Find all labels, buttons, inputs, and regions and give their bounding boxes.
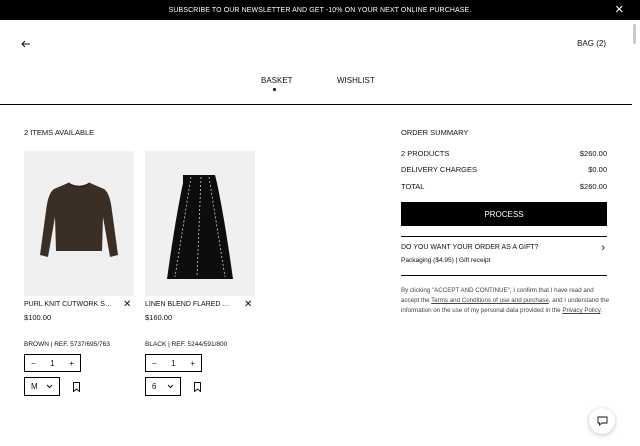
delivery-value: $0.00	[588, 165, 607, 174]
promo-banner: SUBSCRIBE TO OUR NEWSLETTER AND GET -10%…	[0, 0, 640, 20]
size-select[interactable]: M	[24, 377, 60, 396]
process-button[interactable]: PROCESS	[401, 202, 607, 226]
total-value: $260.00	[579, 182, 607, 191]
bookmark-icon[interactable]	[73, 382, 80, 392]
product-name[interactable]: PURL KNIT CUTWORK SW...	[24, 301, 114, 308]
sweater-image	[40, 182, 118, 257]
chevron-down-icon	[46, 384, 53, 389]
privacy-policy-link[interactable]: Privacy Policy	[562, 307, 600, 314]
product-name[interactable]: LINEN BLEND FLARED MID...	[145, 301, 235, 308]
promo-text: SUBSCRIBE TO OUR NEWSLETTER AND GET -10%…	[168, 6, 472, 14]
quantity-stepper: − 1 +	[145, 354, 202, 372]
quantity-stepper: − 1 +	[24, 354, 81, 372]
products-label: 2 PRODUCTS	[401, 149, 450, 158]
basket-item: LINEN BLEND FLARED MID... ✕ $160.00 BLAC…	[145, 151, 255, 396]
remove-item-icon[interactable]: ✕	[244, 300, 252, 310]
terms-link[interactable]: Terms and Conditions of use and purchase	[431, 297, 549, 304]
plus-icon[interactable]: +	[69, 359, 74, 368]
tab-wishlist[interactable]: WISHLIST	[337, 76, 375, 85]
divider	[401, 236, 607, 237]
product-price: $160.00	[145, 313, 173, 322]
product-price: $100.00	[24, 313, 52, 322]
plus-icon[interactable]: +	[190, 359, 195, 368]
legal-text-3: .	[600, 307, 603, 314]
product-ref: BROWN | REF. 5737/695/763	[24, 341, 110, 348]
quantity-value: 1	[50, 358, 55, 368]
divider	[0, 104, 632, 105]
skirt-image	[167, 175, 233, 279]
active-tab-indicator	[273, 88, 276, 91]
minus-icon[interactable]: −	[31, 359, 36, 368]
gift-option-link[interactable]: DO YOU WANT YOUR ORDER AS A GIFT?	[401, 244, 538, 251]
total-row: TOTAL $260.00	[401, 182, 607, 191]
chevron-down-icon	[167, 384, 174, 389]
products-row: 2 PRODUCTS $260.00	[401, 149, 607, 158]
legal-text: By clicking "ACCEPT AND CONTINUE", I con…	[401, 286, 609, 316]
basket-tabs: BASKET WISHLIST	[0, 76, 640, 96]
quantity-value: 1	[171, 358, 176, 368]
chat-bubble-icon[interactable]	[589, 408, 615, 434]
size-value: M	[31, 382, 38, 391]
basket-item: PURL KNIT CUTWORK SW... ✕ $100.00 BROWN …	[24, 151, 134, 396]
product-image-skirt[interactable]	[145, 151, 255, 296]
arrow-left-icon[interactable]	[20, 38, 32, 50]
remove-item-icon[interactable]: ✕	[123, 300, 131, 310]
chevron-right-icon[interactable]: ›	[601, 243, 605, 254]
items-available-label: 2 ITEMS AVAILABLE	[24, 128, 95, 137]
product-ref: BLACK | REF. 5244/591/800	[145, 341, 228, 348]
product-image-sweater[interactable]	[24, 151, 134, 296]
scrollbar-thumb[interactable]	[633, 24, 636, 44]
minus-icon[interactable]: −	[152, 359, 157, 368]
size-value: 6	[152, 382, 157, 391]
close-icon[interactable]: ✕	[615, 4, 624, 16]
tab-basket[interactable]: BASKET	[261, 76, 293, 85]
chat-glyph	[597, 416, 607, 426]
order-summary: ORDER SUMMARY 2 PRODUCTS $260.00 DELIVER…	[401, 128, 609, 314]
size-select[interactable]: 6	[145, 377, 181, 396]
products-value: $260.00	[579, 149, 607, 158]
bookmark-icon[interactable]	[194, 382, 201, 392]
total-label: TOTAL	[401, 182, 425, 191]
delivery-row: DELIVERY CHARGES $0.00	[401, 165, 607, 174]
order-summary-title: ORDER SUMMARY	[401, 128, 469, 137]
divider	[401, 275, 607, 276]
bag-link[interactable]: BAG (2)	[577, 39, 606, 48]
delivery-label: DELIVERY CHARGES	[401, 165, 477, 174]
gift-options-text: Packaging ($4.95) | Gift receipt	[401, 257, 491, 264]
